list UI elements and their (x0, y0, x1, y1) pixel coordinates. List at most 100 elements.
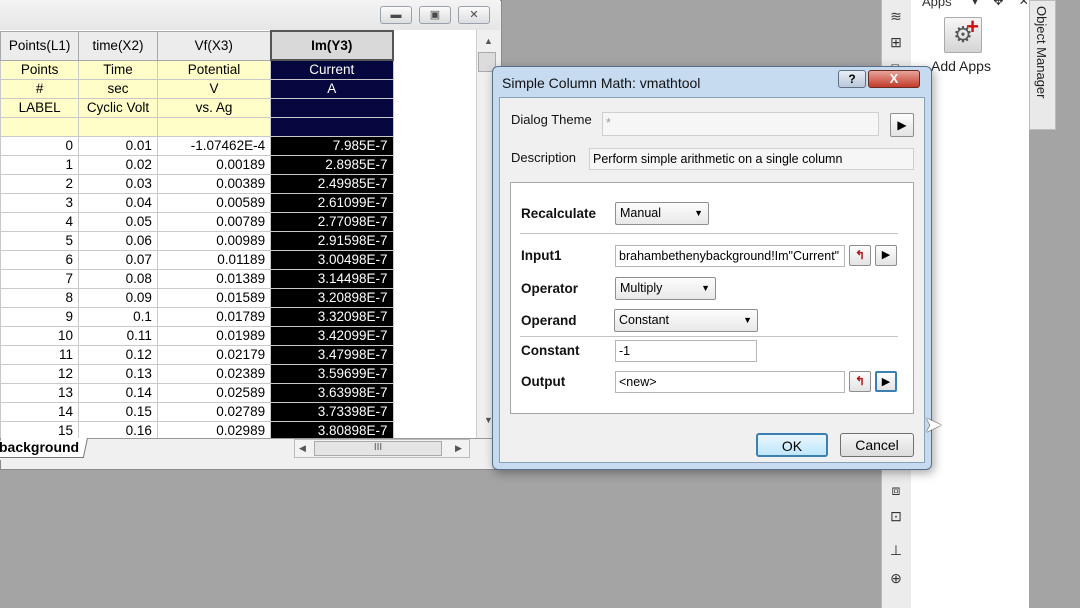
data-cell[interactable]: 0.14 (78, 383, 158, 403)
data-cell[interactable]: 3.47998E-7 (270, 345, 394, 365)
output-field[interactable]: <new> (615, 371, 845, 393)
toolbar-frame-icon[interactable]: ⧈ (886, 480, 906, 500)
data-cell[interactable]: 2.49985E-7 (270, 174, 394, 194)
toolbar-merge-icon[interactable]: ⊕ (886, 568, 906, 588)
data-cell[interactable]: 0.03 (78, 174, 158, 194)
data-cell[interactable]: 7 (0, 269, 80, 289)
data-cell[interactable]: 13 (0, 383, 80, 403)
column-comment-cell[interactable]: Cyclic Volt (78, 98, 158, 118)
data-cell[interactable]: 3 (0, 193, 80, 213)
data-cell[interactable]: 0.00389 (156, 174, 272, 194)
add-apps-icon[interactable]: ⚙ + (944, 16, 982, 53)
column-name-cell[interactable]: Potential (156, 59, 272, 80)
data-cell[interactable]: 0.02179 (156, 345, 272, 365)
cancel-button[interactable]: Cancel (840, 433, 914, 457)
data-cell[interactable]: 10 (0, 326, 80, 346)
scroll-right-icon[interactable]: ▶ (455, 443, 462, 454)
data-cell[interactable]: -1.07462E-4 (156, 136, 272, 156)
empty-cell[interactable] (78, 117, 158, 137)
operator-select[interactable]: Multiply ▼ (615, 277, 716, 300)
data-cell[interactable]: 0.02 (78, 155, 158, 175)
data-cell[interactable]: 0.02989 (156, 421, 272, 438)
data-cell[interactable]: 0.01189 (156, 250, 272, 270)
dialog-close-button[interactable]: X (868, 70, 920, 88)
data-cell[interactable]: 3.42099E-7 (270, 326, 394, 346)
column-comment-cell[interactable]: vs. Ag (156, 98, 272, 118)
input1-field[interactable]: brahambethenybackground!Im"Current" (615, 245, 845, 267)
data-cell[interactable]: 3.59699E-7 (270, 364, 394, 384)
scroll-up-icon[interactable]: ▲ (484, 36, 493, 46)
toolbar-stack-icon[interactable]: ≋ (886, 6, 906, 26)
column-unit-cell[interactable]: # (0, 79, 80, 99)
data-cell[interactable]: 2.91598E-7 (270, 231, 394, 251)
data-cell[interactable]: 0.02389 (156, 364, 272, 384)
data-cell[interactable]: 0.16 (78, 421, 158, 438)
data-cell[interactable]: 0.01789 (156, 307, 272, 327)
recalculate-select[interactable]: Manual ▼ (615, 202, 709, 225)
data-cell[interactable]: 5 (0, 231, 80, 251)
data-cell[interactable]: 2 (0, 174, 80, 194)
empty-cell[interactable] (0, 117, 80, 137)
constant-field[interactable]: -1 (615, 340, 757, 362)
data-cell[interactable]: 0.00989 (156, 231, 272, 251)
restore-icon[interactable]: ▣ (419, 6, 451, 24)
data-cell[interactable]: 0.12 (78, 345, 158, 365)
data-cell[interactable]: 0.13 (78, 364, 158, 384)
data-cell[interactable]: 0.01589 (156, 288, 272, 308)
data-cell[interactable]: 0.11 (78, 326, 158, 346)
column-unit-cell[interactable]: sec (78, 79, 158, 99)
data-cell[interactable]: 0.00589 (156, 193, 272, 213)
ok-button[interactable]: OK (756, 433, 828, 457)
toolbar-grid-icon[interactable]: ⊞ (886, 32, 906, 52)
theme-menu-button[interactable]: ▶ (890, 113, 914, 137)
data-cell[interactable]: 0.05 (78, 212, 158, 232)
data-cell[interactable]: 7.985E-7 (270, 136, 394, 156)
toolbar-tree-icon[interactable]: ⊥ (886, 540, 906, 560)
data-cell[interactable]: 0.01989 (156, 326, 272, 346)
data-cell[interactable]: 0.02789 (156, 402, 272, 422)
data-cell[interactable]: 0.04 (78, 193, 158, 213)
data-cell[interactable]: 9 (0, 307, 80, 327)
data-cell[interactable]: 0.00789 (156, 212, 272, 232)
toolbar-align-icon[interactable]: ⊡ (886, 506, 906, 526)
worksheet-grid[interactable]: XPoints(L1)time(X2)Vf(X3)Im(Y3)PointsTim… (0, 30, 476, 438)
data-cell[interactable]: 0.08 (78, 269, 158, 289)
column-header[interactable]: Vf(X3) (156, 30, 272, 61)
close-icon[interactable]: ✕ (458, 6, 490, 24)
data-cell[interactable]: 3.20898E-7 (270, 288, 394, 308)
input1-menu-button[interactable]: ▶ (875, 245, 897, 266)
data-cell[interactable]: 0.09 (78, 288, 158, 308)
data-cell[interactable]: 0.1 (78, 307, 158, 327)
data-cell[interactable]: 3.00498E-7 (270, 250, 394, 270)
data-cell[interactable]: 2.8985E-7 (270, 155, 394, 175)
column-name-cell[interactable]: Current (270, 59, 394, 80)
sheet-tab-background[interactable]: background (0, 438, 88, 458)
data-cell[interactable]: 0.00189 (156, 155, 272, 175)
data-cell[interactable]: 3.63998E-7 (270, 383, 394, 403)
scroll-left-icon[interactable]: ◀ (299, 443, 306, 454)
data-cell[interactable]: 0.02589 (156, 383, 272, 403)
data-cell[interactable]: 0.15 (78, 402, 158, 422)
data-cell[interactable]: 3.80898E-7 (270, 421, 394, 438)
horizontal-scroll-thumb[interactable]: III (314, 441, 442, 456)
operand-select[interactable]: Constant ▼ (614, 309, 758, 332)
column-picker-icon[interactable]: ↰ (849, 245, 871, 266)
minimize-icon[interactable]: ▬ (380, 6, 412, 24)
data-cell[interactable]: 15 (0, 421, 80, 438)
column-unit-cell[interactable]: A (270, 79, 394, 99)
data-cell[interactable]: 0.01 (78, 136, 158, 156)
column-name-cell[interactable]: Time (78, 59, 158, 80)
output-menu-button[interactable]: ▶ (875, 371, 897, 392)
data-cell[interactable]: 8 (0, 288, 80, 308)
data-cell[interactable]: 0.01389 (156, 269, 272, 289)
data-cell[interactable]: 0.07 (78, 250, 158, 270)
column-header[interactable]: time(X2) (78, 30, 158, 61)
column-unit-cell[interactable]: V (156, 79, 272, 99)
data-cell[interactable]: 1 (0, 155, 80, 175)
data-cell[interactable]: 4 (0, 212, 80, 232)
data-cell[interactable]: 3.32098E-7 (270, 307, 394, 327)
column-header[interactable]: Points(L1) (0, 30, 80, 61)
data-cell[interactable]: 2.77098E-7 (270, 212, 394, 232)
data-cell[interactable]: 0 (0, 136, 80, 156)
data-cell[interactable]: 11 (0, 345, 80, 365)
